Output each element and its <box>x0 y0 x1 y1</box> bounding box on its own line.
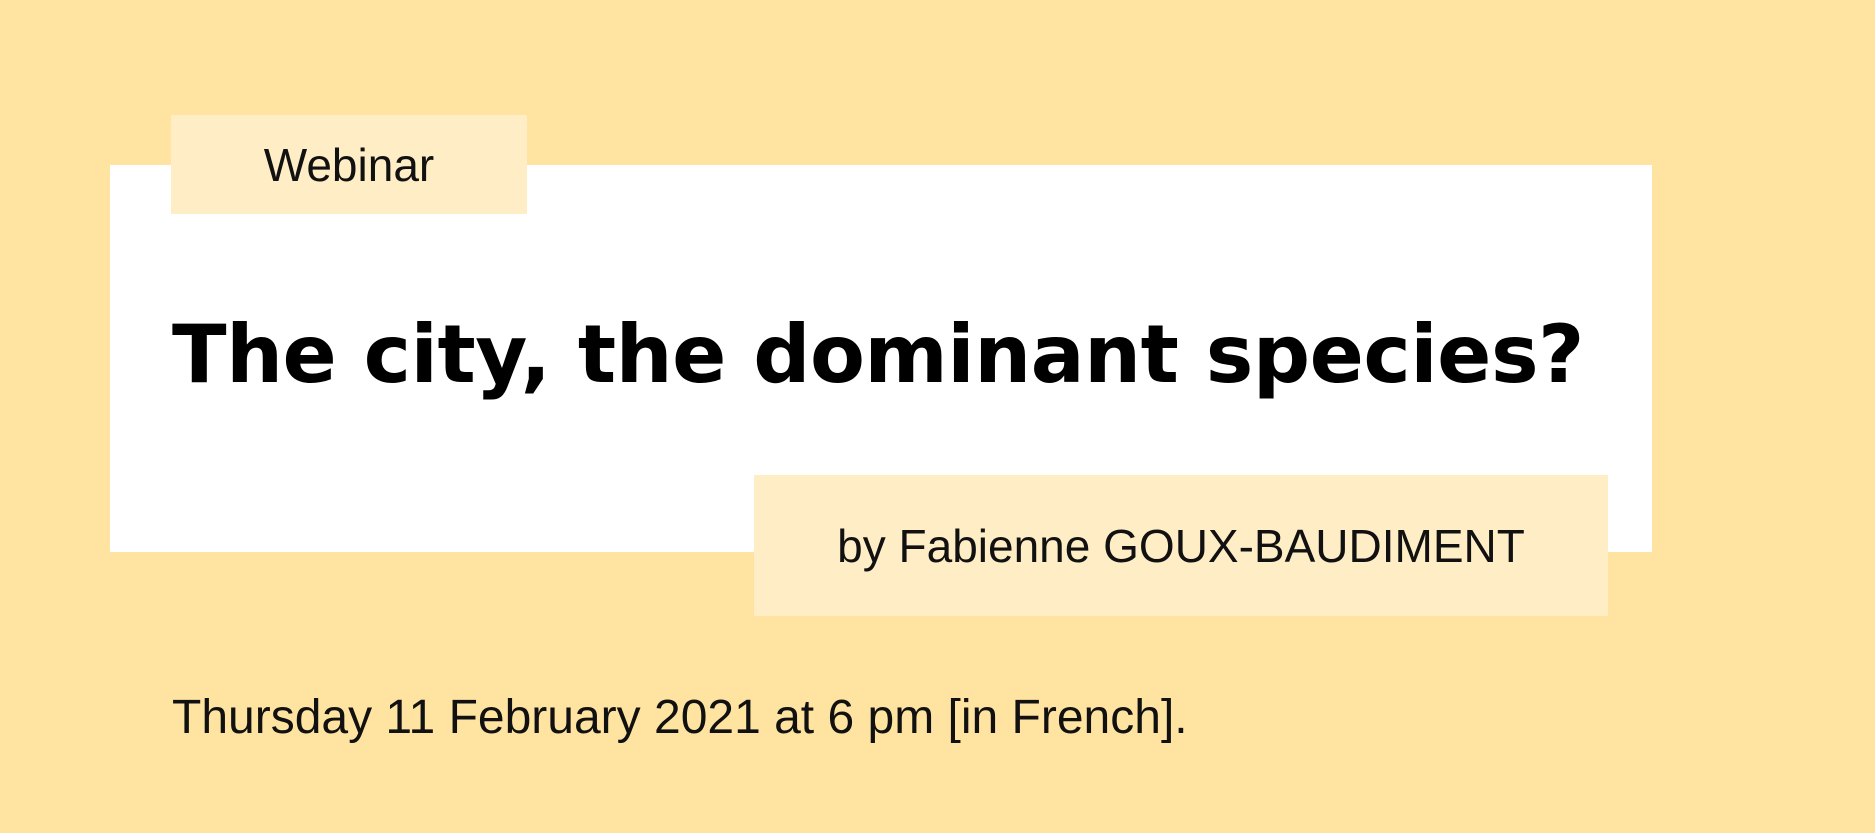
author-label: by Fabienne GOUX-BAUDIMENT <box>837 519 1525 572</box>
event-date: Thursday 11 February 2021 at 6 pm [in Fr… <box>172 691 1188 744</box>
webinar-tag: Webinar <box>171 115 527 214</box>
page-title: The city, the dominant species? <box>172 308 1584 401</box>
author-box: by Fabienne GOUX-BAUDIMENT <box>754 475 1608 616</box>
webinar-tag-label: Webinar <box>263 138 435 191</box>
webinar-banner: { "banner": { "tag_label": "Webinar", "t… <box>0 0 1875 833</box>
